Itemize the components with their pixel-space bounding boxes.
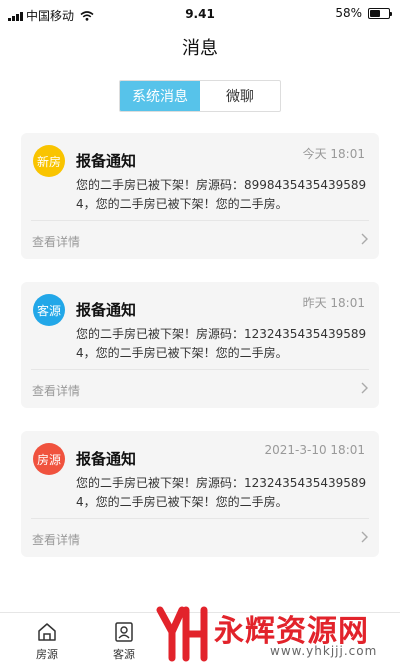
page-title: 消息 xyxy=(182,38,218,59)
divider xyxy=(31,220,369,221)
tab-listings[interactable]: 房源 xyxy=(27,621,67,662)
category-badge: 新房 xyxy=(33,145,65,177)
message-text: 您的二手房已被下架！房源码：89984354354395894，您的二手房已被下… xyxy=(76,178,367,211)
message-text: 您的二手房已被下架！房源码：12324354354395894，您的二手房已被下… xyxy=(76,476,367,509)
status-bar: 中国移动 9.41 58% xyxy=(0,0,400,28)
category-badge: 客源 xyxy=(33,294,65,326)
message-card[interactable]: 房源 报备通知 2021-3-10 18:01 您的二手房已被下架！房源码：12… xyxy=(21,431,379,557)
chevron-right-icon[interactable] xyxy=(359,233,369,245)
message-card[interactable]: 新房 报备通知 今天 18:01 您的二手房已被下架！房源码：899843543… xyxy=(21,133,379,259)
home-icon xyxy=(38,623,56,641)
watermark-url: www.yhkjjj.com xyxy=(270,644,378,658)
tab-clients[interactable]: 客源 xyxy=(104,621,144,662)
message-title: 报备通知 xyxy=(76,152,137,170)
view-details-link[interactable]: 查看详情 xyxy=(32,531,80,548)
message-title: 报备通知 xyxy=(76,301,137,319)
tab-label: 客源 xyxy=(113,648,135,661)
message-text: 您的二手房已被下架！房源码：12324354354395894，您的二手房已被下… xyxy=(76,327,367,360)
contact-card-icon xyxy=(115,622,133,642)
watermark-logo xyxy=(156,606,208,662)
message-title: 报备通知 xyxy=(76,450,137,468)
message-time: 今天 18:01 xyxy=(302,147,365,161)
message-type-switch: 系统消息 微聊 xyxy=(119,80,281,112)
tab-chat[interactable]: 微聊 xyxy=(200,81,280,111)
message-card[interactable]: 客源 报备通知 昨天 18:01 您的二手房已被下架！房源码：123243543… xyxy=(21,282,379,408)
battery-group: 58% xyxy=(335,6,392,20)
divider xyxy=(31,369,369,370)
chevron-right-icon[interactable] xyxy=(359,382,369,394)
category-badge: 房源 xyxy=(33,443,65,475)
message-time: 昨天 18:01 xyxy=(302,296,365,310)
message-time: 2021-3-10 18:01 xyxy=(264,443,366,457)
tab-system-messages[interactable]: 系统消息 xyxy=(120,81,200,111)
battery-icon xyxy=(368,7,392,19)
divider xyxy=(31,518,369,519)
watermark: 永辉资源网 www.yhkjjj.com xyxy=(150,602,400,666)
view-details-link[interactable]: 查看详情 xyxy=(32,382,80,399)
view-details-link[interactable]: 查看详情 xyxy=(32,233,80,250)
tab-label: 房源 xyxy=(36,648,58,661)
battery-percent: 58% xyxy=(335,6,362,20)
chevron-right-icon[interactable] xyxy=(359,531,369,543)
